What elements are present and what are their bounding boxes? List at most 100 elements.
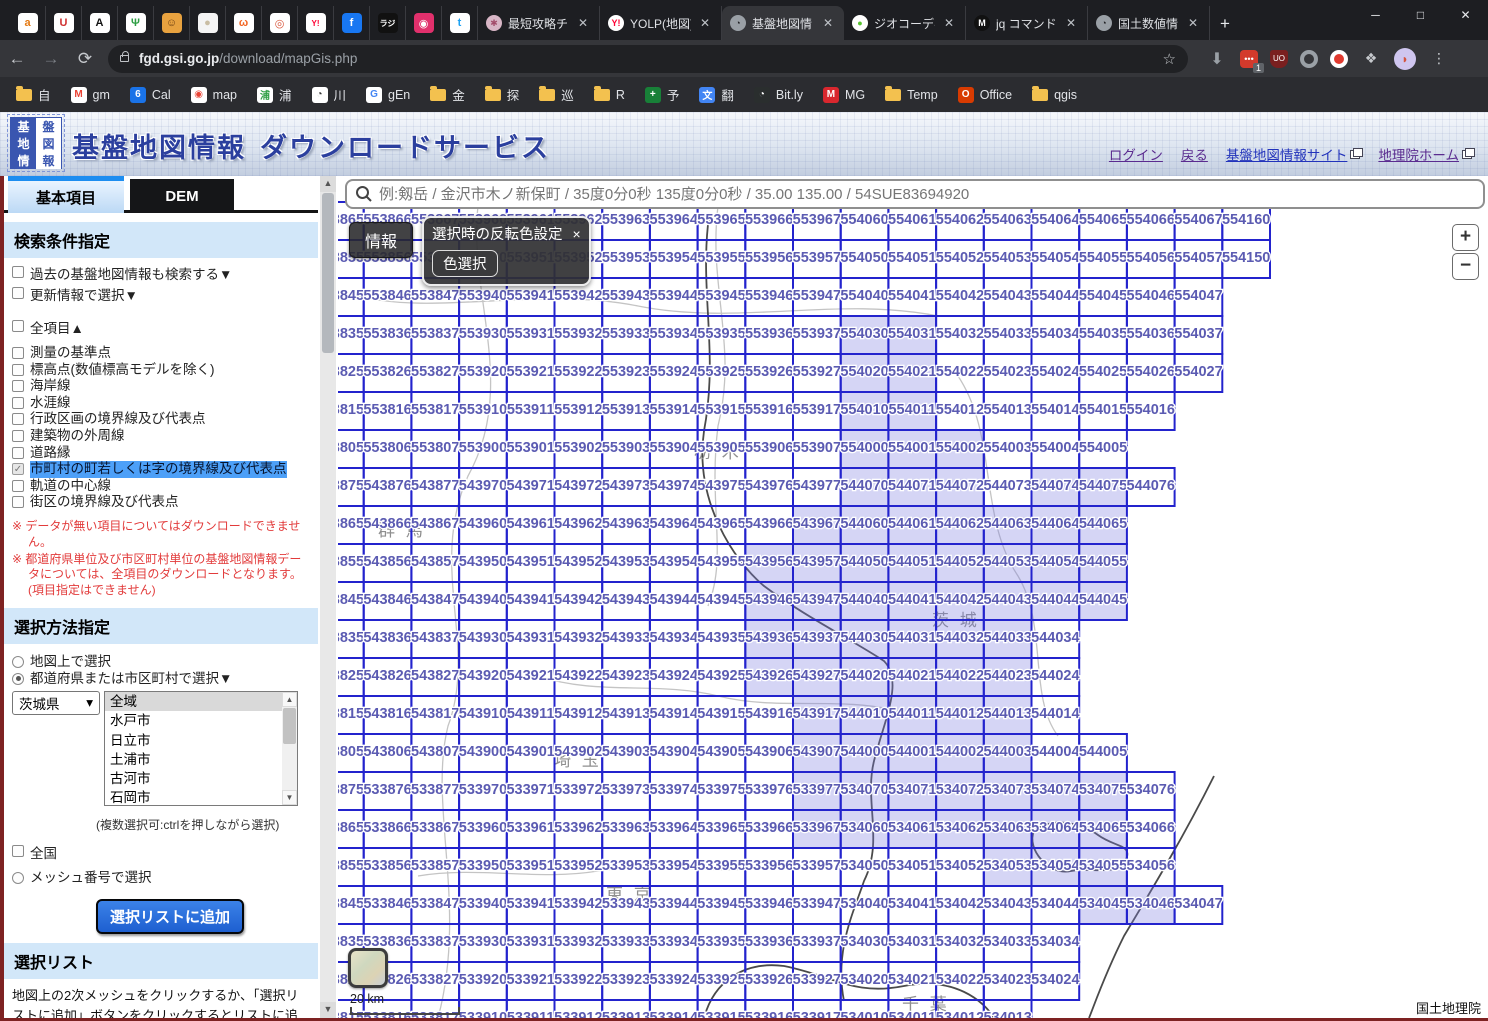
checkbox-unchecked[interactable] [12, 380, 24, 392]
checkbox-unchecked[interactable] [12, 266, 24, 278]
info-button[interactable]: 情報 [349, 222, 413, 258]
checkbox-row[interactable]: 標高点(数値標高モデルを除く) [12, 362, 312, 379]
pinned-tab[interactable]: ☺ [154, 6, 190, 40]
tab-close-icon[interactable]: ✕ [1063, 15, 1079, 31]
checkbox-unchecked[interactable] [12, 480, 24, 492]
radio-selected[interactable] [12, 673, 24, 685]
zoom-in-button[interactable]: + [1452, 224, 1479, 251]
bookmark-item[interactable]: 自 [16, 85, 51, 104]
listbox-option[interactable]: 古河市 [105, 769, 297, 788]
bookmark-item[interactable]: 探 [485, 85, 520, 104]
checkbox-row[interactable]: 水涯線 [12, 395, 312, 412]
listbox-scrollbar[interactable]: ▲ ▼ [282, 692, 297, 805]
bookmark-item[interactable]: R [594, 88, 625, 102]
forward-icon[interactable]: → [34, 49, 68, 69]
checkbox-unchecked[interactable] [12, 430, 24, 442]
checkbox-unchecked[interactable] [12, 496, 24, 508]
checkbox-unchecked[interactable] [12, 397, 24, 409]
checkbox-row[interactable]: 道路縁 [12, 445, 312, 462]
bookmark-item[interactable]: Mgm [71, 87, 110, 103]
recorder-active-icon[interactable] [1330, 50, 1348, 68]
scroll-down-icon[interactable]: ▼ [282, 790, 297, 805]
bookmark-item[interactable]: 浦浦 [257, 85, 292, 104]
sidebar-scrollbar[interactable]: ▲ ▼ [320, 176, 336, 1018]
bookmark-item[interactable]: qgis [1032, 88, 1077, 102]
checkbox-unchecked[interactable] [12, 287, 24, 299]
checkbox-checked[interactable]: ✓ [12, 463, 24, 475]
window-minimize-button[interactable]: ─ [1353, 0, 1398, 30]
address-bar[interactable]: fgd.gsi.go.jp/download/mapGis.php ☆ [108, 45, 1188, 73]
checkbox-unchecked[interactable] [12, 447, 24, 459]
radio-row[interactable]: 都道府県または市区町村で選択▼ [12, 671, 312, 688]
pinned-tab[interactable]: ラジ [370, 6, 406, 40]
pinned-tab[interactable]: t [442, 6, 478, 40]
pinned-tab[interactable]: a [10, 6, 46, 40]
map-search-bar[interactable] [345, 179, 1485, 209]
municipality-listbox[interactable]: 全域水戸市日立市土浦市古河市石岡市 ▲ ▼ [104, 691, 298, 806]
tab-close-icon[interactable]: ✕ [820, 15, 836, 31]
bookmark-item[interactable]: 金 [430, 85, 465, 104]
scroll-up-icon[interactable]: ▲ [320, 176, 336, 192]
listbox-option[interactable]: 石岡市 [105, 788, 297, 806]
checkbox-row[interactable]: ✓市町村の町若しくは字の境界線及び代表点 [12, 461, 312, 478]
tab-close-icon[interactable]: ✕ [575, 15, 591, 31]
tab[interactable]: Y!YOLP(地図)✕ [600, 6, 722, 40]
checkbox-unchecked[interactable] [12, 320, 24, 332]
listbox-option[interactable]: 土浦市 [105, 750, 297, 769]
header-link[interactable]: 基盤地図情報サイト [1226, 144, 1361, 164]
header-link[interactable]: 戻る [1181, 144, 1208, 164]
zoom-out-button[interactable]: − [1452, 253, 1479, 280]
bookmark-item[interactable]: MMG [823, 87, 865, 103]
bookmark-item[interactable]: Temp [885, 88, 938, 102]
back-icon[interactable]: ← [0, 49, 34, 69]
checkbox-row[interactable]: 建築物の外周線 [12, 428, 312, 445]
checkbox-unchecked[interactable] [12, 413, 24, 425]
pinned-tab[interactable]: Y! [298, 6, 334, 40]
checkbox-row[interactable]: 更新情報で選択▼ [12, 285, 312, 306]
listbox-option[interactable]: 日立市 [105, 731, 297, 750]
map-area[interactable]: 群 馬栃 木茨 城埼 玉東 京千 葉5538655538665538675539… [338, 176, 1488, 1018]
pinned-tab[interactable]: ◎ [262, 6, 298, 40]
bookmark-item[interactable]: +予 [645, 85, 680, 104]
map-search-input[interactable] [379, 186, 1475, 203]
tab-dem[interactable]: DEM [130, 179, 234, 213]
profile-avatar[interactable]: ◗ [1394, 48, 1416, 70]
close-icon[interactable]: × [573, 226, 581, 242]
checkbox-row[interactable]: 測量の基準点 [12, 345, 312, 362]
reload-icon[interactable]: ⟳ [68, 49, 102, 69]
tab-close-icon[interactable]: ✕ [1185, 15, 1201, 31]
pinned-tab[interactable]: ● [190, 6, 226, 40]
scroll-down-icon[interactable]: ▼ [320, 1002, 336, 1018]
radio-row[interactable]: 地図上で選択 [12, 654, 312, 671]
recorder-idle-icon[interactable] [1300, 50, 1318, 68]
bookmark-item[interactable]: GgEn [366, 87, 410, 103]
bookmark-item[interactable]: 巡 [539, 85, 574, 104]
checkbox-row[interactable]: 過去の基盤地図情報も検索する▼ [12, 264, 312, 285]
checkbox-unchecked[interactable] [12, 364, 24, 376]
checkbox-row[interactable]: 全国 [12, 843, 312, 864]
checkbox-unchecked[interactable] [12, 347, 24, 359]
bookmark-item[interactable]: 6Cal [130, 87, 171, 103]
pinned-tab[interactable]: Ψ [118, 6, 154, 40]
tab[interactable]: ●ジオコーディン✕ [844, 6, 966, 40]
extensions-puzzle-icon[interactable]: ❖ [1360, 48, 1382, 70]
scrollbar-thumb[interactable] [283, 708, 296, 744]
download-icon[interactable]: ⬇ [1206, 48, 1228, 70]
menu-kebab-icon[interactable]: ⋮ [1428, 48, 1450, 70]
radio-unselected[interactable] [12, 872, 24, 884]
window-close-button[interactable]: ✕ [1443, 0, 1488, 30]
radio-unselected[interactable] [12, 656, 24, 668]
tab-active[interactable]: ◔基盤地図情✕ [722, 6, 844, 40]
bookmark-item[interactable]: ◔Bit.ly [754, 87, 803, 103]
checkbox-unchecked[interactable] [12, 845, 24, 857]
checkbox-row[interactable]: 海岸線 [12, 378, 312, 395]
tab[interactable]: ✱最短攻略チ✕ [478, 6, 600, 40]
extension-icon[interactable]: •••1 [1240, 50, 1258, 68]
pinned-tab[interactable]: ω [226, 6, 262, 40]
url-text[interactable]: fgd.gsi.go.jp/download/mapGis.php [139, 51, 357, 66]
tab-close-icon[interactable]: ✕ [941, 15, 957, 31]
window-maximize-button[interactable]: □ [1398, 0, 1443, 30]
prefecture-select[interactable]: 茨城県▾ [12, 691, 100, 715]
checkbox-row[interactable]: 軌道の中心線 [12, 478, 312, 495]
tab-basic-items[interactable]: 基本項目 [8, 176, 124, 213]
